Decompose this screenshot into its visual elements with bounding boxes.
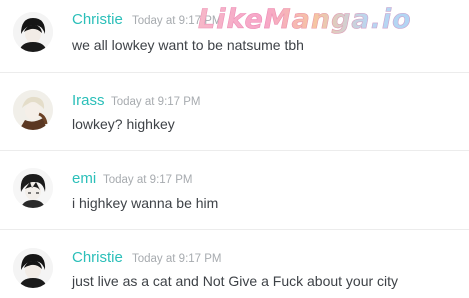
timestamp: Today at 9:17 PM (111, 96, 201, 108)
message-text: i highkey wanna be him (72, 195, 219, 211)
timestamp: Today at 9:17 PM (132, 253, 222, 265)
user-avatar[interactable] (13, 90, 53, 130)
timestamp: Today at 9:17 PM (103, 174, 193, 186)
user-avatar[interactable] (13, 12, 53, 52)
chat-log: Christie Today at 9:17 PM we all lowkey … (0, 0, 469, 298)
message-divider (0, 150, 469, 151)
user-avatar[interactable] (13, 248, 53, 288)
site-watermark: LikeManga.io (198, 4, 460, 36)
message-text: lowkey? highkey (72, 116, 175, 132)
author-name[interactable]: emi (72, 170, 96, 187)
message-divider (0, 229, 469, 230)
message-divider (0, 72, 469, 73)
user-avatar[interactable] (13, 168, 53, 208)
message-text: we all lowkey want to be natsume tbh (72, 37, 304, 53)
author-name[interactable]: Irass (72, 92, 105, 109)
avatar-image (13, 168, 53, 208)
author-name[interactable]: Christie (72, 249, 123, 266)
avatar-image (13, 90, 53, 130)
message-text: just live as a cat and Not Give a Fuck a… (72, 273, 399, 289)
author-name[interactable]: Christie (72, 11, 123, 28)
avatar-image (13, 12, 53, 52)
avatar-image (13, 248, 53, 288)
